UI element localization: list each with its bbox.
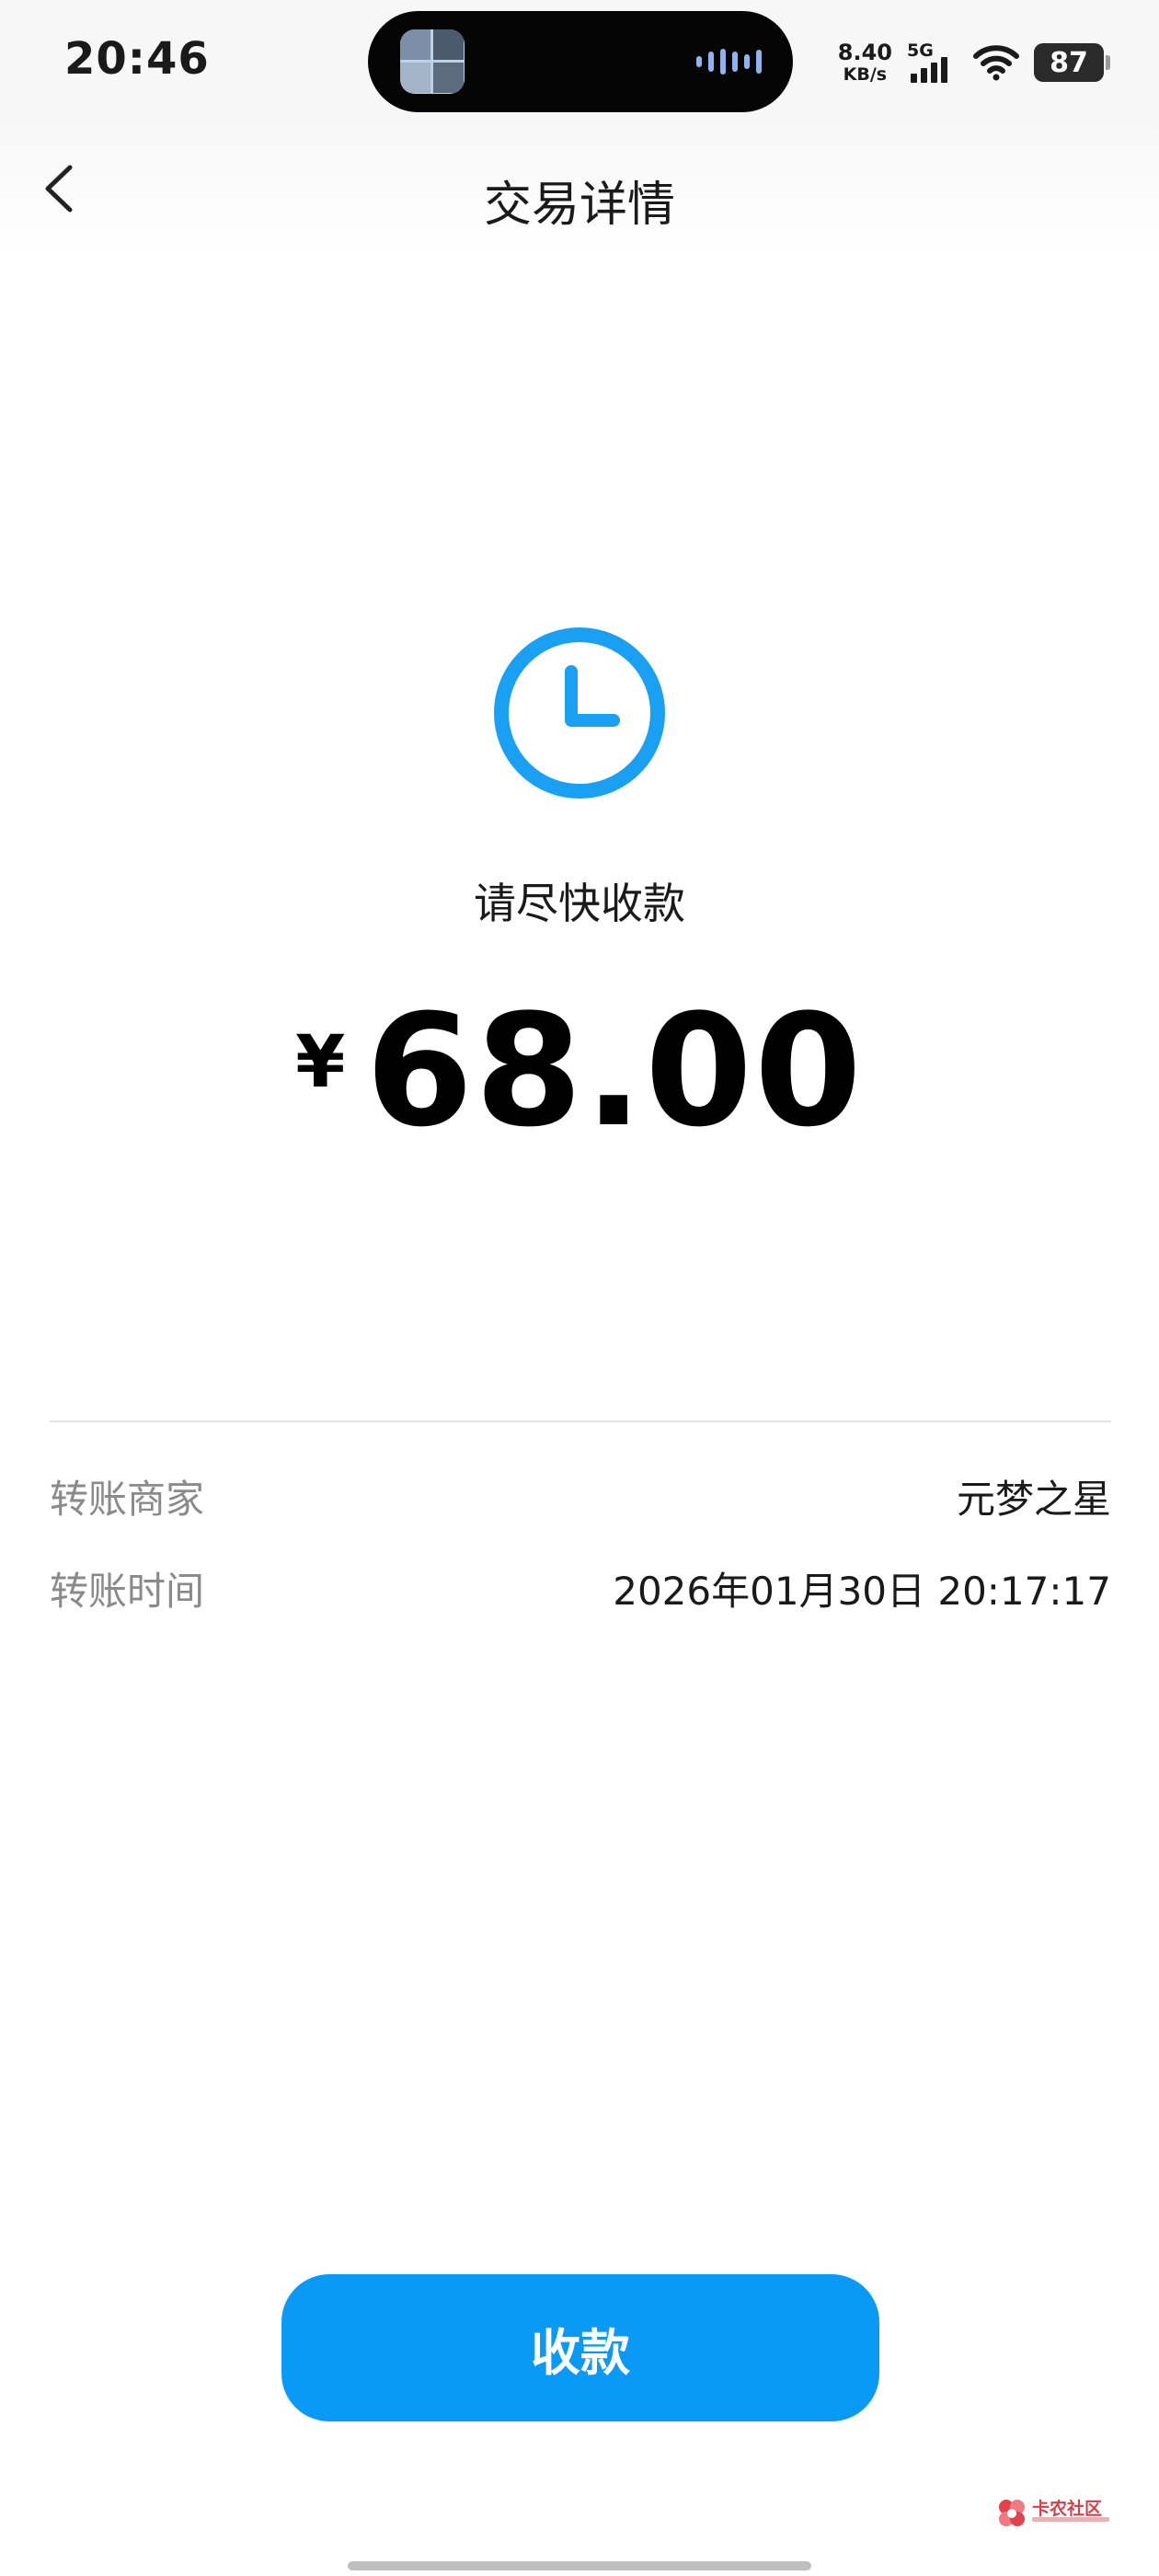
battery-icon: 87	[1034, 43, 1110, 82]
media-thumbnail-icon	[400, 29, 465, 94]
transfer-time-value: 2026年01月30日 20:17:17	[613, 1568, 1111, 1614]
audio-wave-icon	[696, 48, 762, 75]
watermark-logo-icon	[999, 2500, 1025, 2526]
transfer-time-label: 转账时间	[50, 1568, 205, 1614]
page-title: 交易详情	[483, 178, 675, 233]
merchant-value: 元梦之星	[956, 1476, 1111, 1522]
merchant-label: 转账商家	[50, 1476, 205, 1522]
watermark-text: 卡农社区	[1032, 2499, 1103, 2519]
wifi-icon	[973, 45, 1019, 81]
status-time: 20:46	[64, 33, 210, 85]
home-indicator[interactable]	[348, 2561, 811, 2570]
detail-row-time: 转账时间 2026年01月30日 20:17:17	[50, 1560, 1111, 1616]
network-speed-unit: KB/s	[843, 64, 888, 85]
divider	[50, 1420, 1111, 1422]
watermark-subline	[1032, 2517, 1109, 2522]
amount-display: ¥ 68.00	[0, 994, 1159, 1148]
network-speed-value: 8.40	[837, 40, 892, 65]
currency-symbol: ¥	[295, 1021, 346, 1104]
signal-bars-icon: 5G	[907, 40, 958, 85]
network-speed: 8.40 KB/s	[838, 41, 892, 84]
payment-status-text: 请尽快收款	[474, 879, 685, 928]
dynamic-island[interactable]	[368, 11, 793, 112]
status-bar: 20:46 8.40 KB/s 5G 87	[0, 0, 1159, 120]
amount-value: 68.00	[365, 981, 864, 1161]
clock-icon	[494, 627, 665, 799]
status-indicators: 8.40 KB/s 5G 87	[838, 37, 1110, 88]
watermark: 卡农社区	[995, 2495, 1115, 2534]
nav-bar: 交易详情	[0, 120, 1159, 258]
receive-button[interactable]: 收款	[281, 2274, 879, 2421]
battery-level: 87	[1050, 46, 1088, 79]
detail-row-merchant: 转账商家 元梦之星	[50, 1468, 1111, 1524]
